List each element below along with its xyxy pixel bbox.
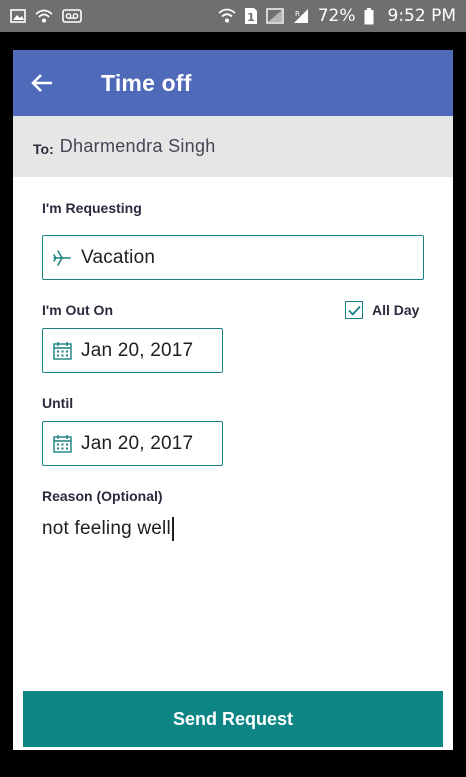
battery-percent: 72% xyxy=(317,6,356,26)
page-title: Time off xyxy=(101,69,192,96)
arrow-left-icon xyxy=(31,74,53,92)
svg-text:1: 1 xyxy=(247,11,255,24)
out-on-label: I'm Out On xyxy=(42,302,113,318)
airplane-icon xyxy=(53,249,71,267)
until-date-field[interactable]: Jan 20, 2017 xyxy=(42,421,223,466)
battery-icon xyxy=(364,7,374,25)
wifi-call-icon xyxy=(34,8,54,24)
back-button[interactable] xyxy=(13,50,71,116)
gallery-icon xyxy=(10,8,26,24)
signal-r-icon: R xyxy=(292,8,310,24)
all-day-label: All Day xyxy=(372,302,420,318)
out-on-date-field[interactable]: Jan 20, 2017 xyxy=(42,328,223,373)
reason-label: Reason (Optional) xyxy=(42,488,163,504)
calendar-icon xyxy=(53,341,72,360)
recipient-label: To: xyxy=(33,140,54,157)
until-date-value: Jan 20, 2017 xyxy=(81,432,194,454)
voicemail-icon xyxy=(62,9,82,23)
wifi-icon xyxy=(218,8,236,24)
recipient-name: Dharmendra Singh xyxy=(59,136,216,156)
app-bar: Time off xyxy=(13,50,453,116)
clock: 9:52 PM xyxy=(387,6,457,26)
request-type-select[interactable]: Vacation xyxy=(42,235,424,280)
out-on-date-value: Jan 20, 2017 xyxy=(81,339,194,361)
svg-text:R: R xyxy=(295,10,300,18)
reason-input[interactable]: not feeling well xyxy=(42,514,174,544)
all-day-checkbox[interactable]: All Day xyxy=(345,301,419,319)
time-off-screen: Time off To: Dharmendra Singh I'm Reques… xyxy=(13,50,453,750)
status-bar: 1 R 72% 9:52 PM xyxy=(0,0,466,32)
send-request-button[interactable]: Send Request xyxy=(23,691,443,747)
recipient-row: To: Dharmendra Singh xyxy=(13,116,453,177)
signal-icon xyxy=(266,8,284,24)
check-icon xyxy=(347,305,361,316)
text-cursor xyxy=(171,517,174,541)
checkbox-box xyxy=(345,301,363,319)
status-left-icons xyxy=(10,8,82,24)
sim-1-icon: 1 xyxy=(244,7,258,25)
reason-value: not feeling well xyxy=(42,518,171,539)
calendar-icon xyxy=(53,434,72,453)
requesting-label: I'm Requesting xyxy=(42,200,142,216)
request-type-value: Vacation xyxy=(81,246,156,268)
until-label: Until xyxy=(42,395,74,411)
status-right-icons: 1 R 72% 9:52 PM xyxy=(218,6,456,26)
